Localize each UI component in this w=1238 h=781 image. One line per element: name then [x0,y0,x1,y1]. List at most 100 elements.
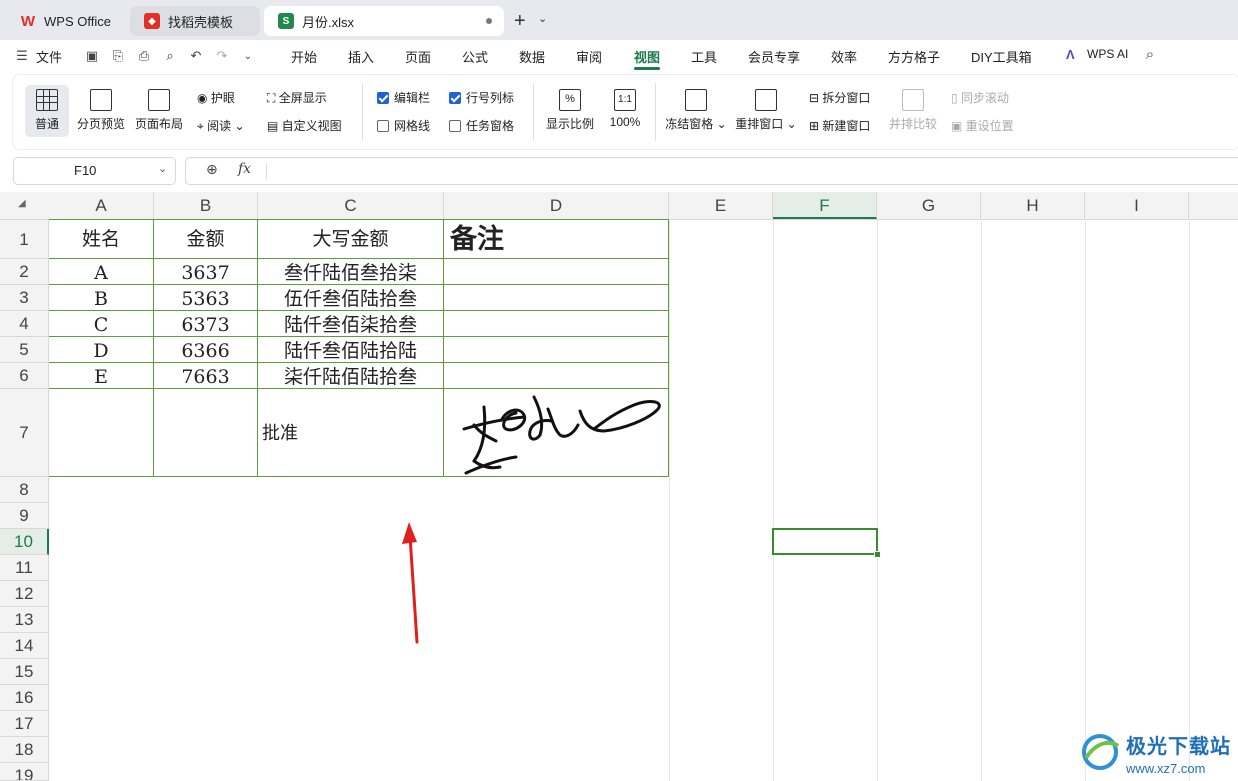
menu-file[interactable]: 文件 [36,47,62,66]
tab-close-icon[interactable] [486,18,492,24]
table-cell[interactable]: 伍仟叁佰陆拾叁 [258,285,444,311]
menu-insert[interactable]: 插入 [348,47,374,66]
tab-docer-templates[interactable]: ◆ 找稻壳模板 [130,6,260,36]
row-header-6[interactable]: 6 [0,363,49,389]
signature-cell[interactable] [444,389,669,477]
zoom-100-button[interactable]: 1:1 100% [603,89,647,129]
table-header-name[interactable]: 姓名 [49,220,154,259]
full-screen-button[interactable]: ⛶ 全屏显示 [267,89,327,106]
row-header-9[interactable]: 9 [0,503,49,529]
chevron-down-icon[interactable]: ⌄ [240,48,256,64]
row-header-19[interactable]: 19 [0,763,49,781]
menu-review[interactable]: 审阅 [576,47,602,66]
column-header-a[interactable]: A [49,192,154,219]
gridlines-checkbox[interactable]: 网格线 [377,117,430,134]
table-header-capital-amount[interactable]: 大写金额 [258,220,444,259]
function-icon[interactable]: fx [238,161,251,177]
row-header-10[interactable]: 10 [0,529,49,555]
print-preview-icon[interactable]: ⌕ [162,48,178,64]
menu-data[interactable]: 数据 [519,47,545,66]
row-col-headers-checkbox[interactable]: 行号列标 [449,89,514,106]
table-cell[interactable]: D [49,337,154,363]
menu-wps-ai[interactable]: WPS AI [1087,47,1128,61]
print-icon[interactable]: ⎙ [136,48,152,64]
menu-view[interactable]: 视图 [634,47,660,66]
column-header-f[interactable]: F [773,192,877,219]
table-cell[interactable]: 柒仟陆佰陆拾叁 [258,363,444,389]
arrange-windows-button[interactable]: 重排窗口 ⌄ [733,89,799,132]
row-header-13[interactable]: 13 [0,607,49,633]
table-header-amount[interactable]: 金额 [154,220,258,259]
name-box[interactable]: F10 ⌄ [13,157,176,185]
row-header-2[interactable]: 2 [0,259,49,285]
row-header-16[interactable]: 16 [0,685,49,711]
eye-protect-button[interactable]: ◉ 护眼 [197,89,235,106]
edit-bar-checkbox[interactable]: 编辑栏 [377,89,430,106]
column-header-b[interactable]: B [154,192,258,219]
menu-formula[interactable]: 公式 [462,47,488,66]
table-cell[interactable] [444,259,669,285]
row-header-14[interactable]: 14 [0,633,49,659]
column-header-i[interactable]: I [1085,192,1189,219]
row-header-11[interactable]: 11 [0,555,49,581]
menu-home[interactable]: 开始 [291,47,317,66]
reset-position-button[interactable]: ▣ 重设位置 [951,117,1014,134]
row-header-17[interactable]: 17 [0,711,49,737]
row-header-15[interactable]: 15 [0,659,49,685]
save-icon[interactable]: ▣ [84,48,100,64]
row-header-3[interactable]: 3 [0,285,49,311]
table-cell[interactable]: 叁仟陆佰叁拾柒 [258,259,444,285]
new-window-button[interactable]: ⊞ 新建窗口 [809,117,870,134]
table-cell[interactable] [49,389,154,477]
table-cell[interactable] [444,363,669,389]
page-break-preview-button[interactable]: 分页预览 [75,89,127,132]
search-icon[interactable]: ⌕ [1142,46,1158,63]
split-window-button[interactable]: ⊟ 拆分窗口 [809,89,870,106]
table-cell[interactable]: A [49,259,154,285]
menu-fangfang[interactable]: 方方格子 [888,47,940,66]
zoom-search-icon[interactable]: ⊕ [206,161,218,178]
chevron-down-icon[interactable]: ⌄ [538,12,547,25]
reading-button[interactable]: ⌖ 阅读 ⌄ [197,117,245,134]
zoom-button[interactable]: % 显示比例 [543,89,597,132]
menu-tools[interactable]: 工具 [691,47,717,66]
task-pane-checkbox[interactable]: 任务窗格 [449,117,514,134]
row-header-4[interactable]: 4 [0,311,49,337]
formula-bar[interactable]: ⊕ fx [185,157,1238,185]
tab-current-file[interactable]: S 月份.xlsx [264,6,504,36]
column-header-h[interactable]: H [981,192,1085,219]
fill-handle[interactable] [874,551,881,558]
table-header-remark[interactable]: 备注 [444,220,669,259]
page-layout-button[interactable]: 页面布局 [133,89,185,132]
menu-page[interactable]: 页面 [405,47,431,66]
row-header-7[interactable]: 7 [0,389,49,477]
undo-icon[interactable]: ↶ [188,48,204,64]
menu-member[interactable]: 会员专享 [748,47,800,66]
row-header-8[interactable]: 8 [0,477,49,503]
select-all-icon[interactable]: ◢ [18,198,26,209]
table-cell[interactable]: 陆仟叁佰柒拾叁 [258,311,444,337]
selected-cell-f10[interactable] [772,528,878,555]
table-cell[interactable] [444,337,669,363]
table-cell[interactable]: 6366 [154,337,258,363]
sync-scroll-button[interactable]: ▯ 同步滚动 [951,89,1009,106]
chevron-down-icon[interactable]: ⌄ [158,162,167,175]
table-cell[interactable]: 陆仟叁佰陆拾陆 [258,337,444,363]
table-cell[interactable]: 5363 [154,285,258,311]
row-header-18[interactable]: 18 [0,737,49,763]
column-header-g[interactable]: G [877,192,981,219]
row-header-12[interactable]: 12 [0,581,49,607]
table-cell[interactable] [154,389,258,477]
table-cell[interactable] [444,285,669,311]
side-by-side-button[interactable]: 并排比较 [887,89,939,132]
column-header-c[interactable]: C [258,192,444,219]
custom-view-button[interactable]: ▤ 自定义视图 [267,117,342,134]
column-header-d[interactable]: D [444,192,669,219]
table-cell[interactable]: 6373 [154,311,258,337]
approval-label-cell[interactable]: 批准 [258,389,444,477]
menu-diy-toolbox[interactable]: DIY工具箱 [971,47,1032,66]
table-cell[interactable]: B [49,285,154,311]
tab-wps-office[interactable]: W WPS Office [6,6,124,36]
column-header-e[interactable]: E [669,192,773,219]
redo-icon[interactable]: ↷ [214,48,230,64]
